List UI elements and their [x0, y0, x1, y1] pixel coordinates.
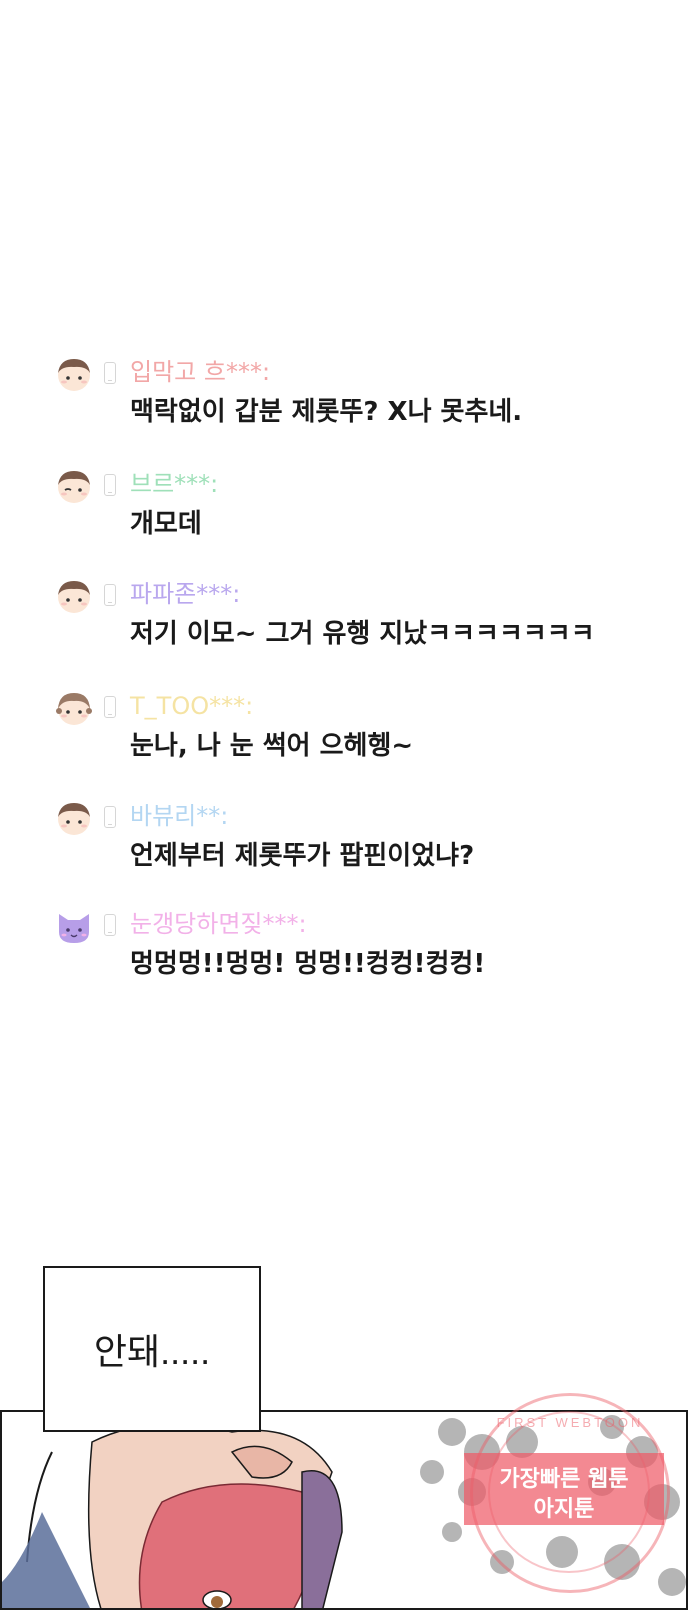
mobile-phone-icon — [104, 474, 116, 496]
watermark-top-text: FIRST WEBTOON — [496, 1415, 644, 1430]
comment-message: 맥락없이 갑분 제롯뚜? X나 못추네. — [130, 397, 523, 427]
boy-face-icon — [58, 359, 90, 391]
comment-nickname: 파파존***: — [130, 580, 241, 608]
comment-message: 멍멍멍!!멍멍! 멍멍!!컹컹!컹컹! — [130, 949, 486, 979]
comment-item: T_TOO***: 눈나, 나 눈 썩어 으헤헹~ — [56, 690, 676, 782]
mobile-phone-icon — [104, 696, 116, 718]
comment-nickname: 눈갱당하면짖***: — [130, 910, 307, 938]
watermark-line2: 아지툰 — [533, 1497, 595, 1522]
mobile-phone-icon — [104, 806, 116, 828]
speech-text: 안돼..... — [93, 1331, 211, 1372]
winking-boy-face-icon — [58, 471, 90, 503]
mobile-phone-icon — [104, 914, 116, 936]
comment-message: 저기 이모~ 그거 유행 지났ㅋㅋㅋㅋㅋㅋㅋ — [130, 619, 595, 649]
comment-nickname: 입막고 흐***: — [130, 358, 271, 386]
comment-nickname: 브르***: — [130, 470, 219, 498]
girl-face-icon — [56, 693, 92, 725]
comment-item: 브르***: 개모데 — [56, 468, 676, 560]
purple-cat-icon — [59, 914, 89, 943]
comment-item: 입막고 흐***: 맥락없이 갑분 제롯뚜? X나 못추네. — [56, 356, 676, 448]
mobile-phone-icon — [104, 584, 116, 606]
comment-nickname: T_TOO***: — [130, 692, 254, 720]
boy-face-icon — [58, 803, 90, 835]
watermark-line1: 가장빠른 웹툰 — [499, 1467, 629, 1492]
watermark-stamp: FIRST WEBTOON 가장빠른 웹툰 아지툰 — [464, 1393, 670, 1593]
comment-message: 개모데 — [130, 509, 202, 539]
comment-item: 눈갱당하면짖***: 멍멍멍!!멍멍! 멍멍!!컹컹!컹컹! — [56, 908, 676, 1000]
comment-item: 파파존***: 저기 이모~ 그거 유행 지났ㅋㅋㅋㅋㅋㅋㅋ — [56, 578, 676, 670]
watermark-band: 가장빠른 웹툰 아지툰 — [464, 1453, 664, 1525]
boy-face-icon — [58, 581, 90, 613]
comment-message: 눈나, 나 눈 썩어 으헤헹~ — [130, 731, 414, 761]
comment-nickname: 바뷰리**: — [130, 802, 229, 830]
comment-item: 바뷰리**: 언제부터 제롯뚜가 팝핀이었냐? — [56, 800, 676, 892]
speech-bubble: 안돼..... — [43, 1266, 261, 1432]
comment-message: 언제부터 제롯뚜가 팝핀이었냐? — [130, 841, 475, 871]
mobile-phone-icon — [104, 362, 116, 384]
